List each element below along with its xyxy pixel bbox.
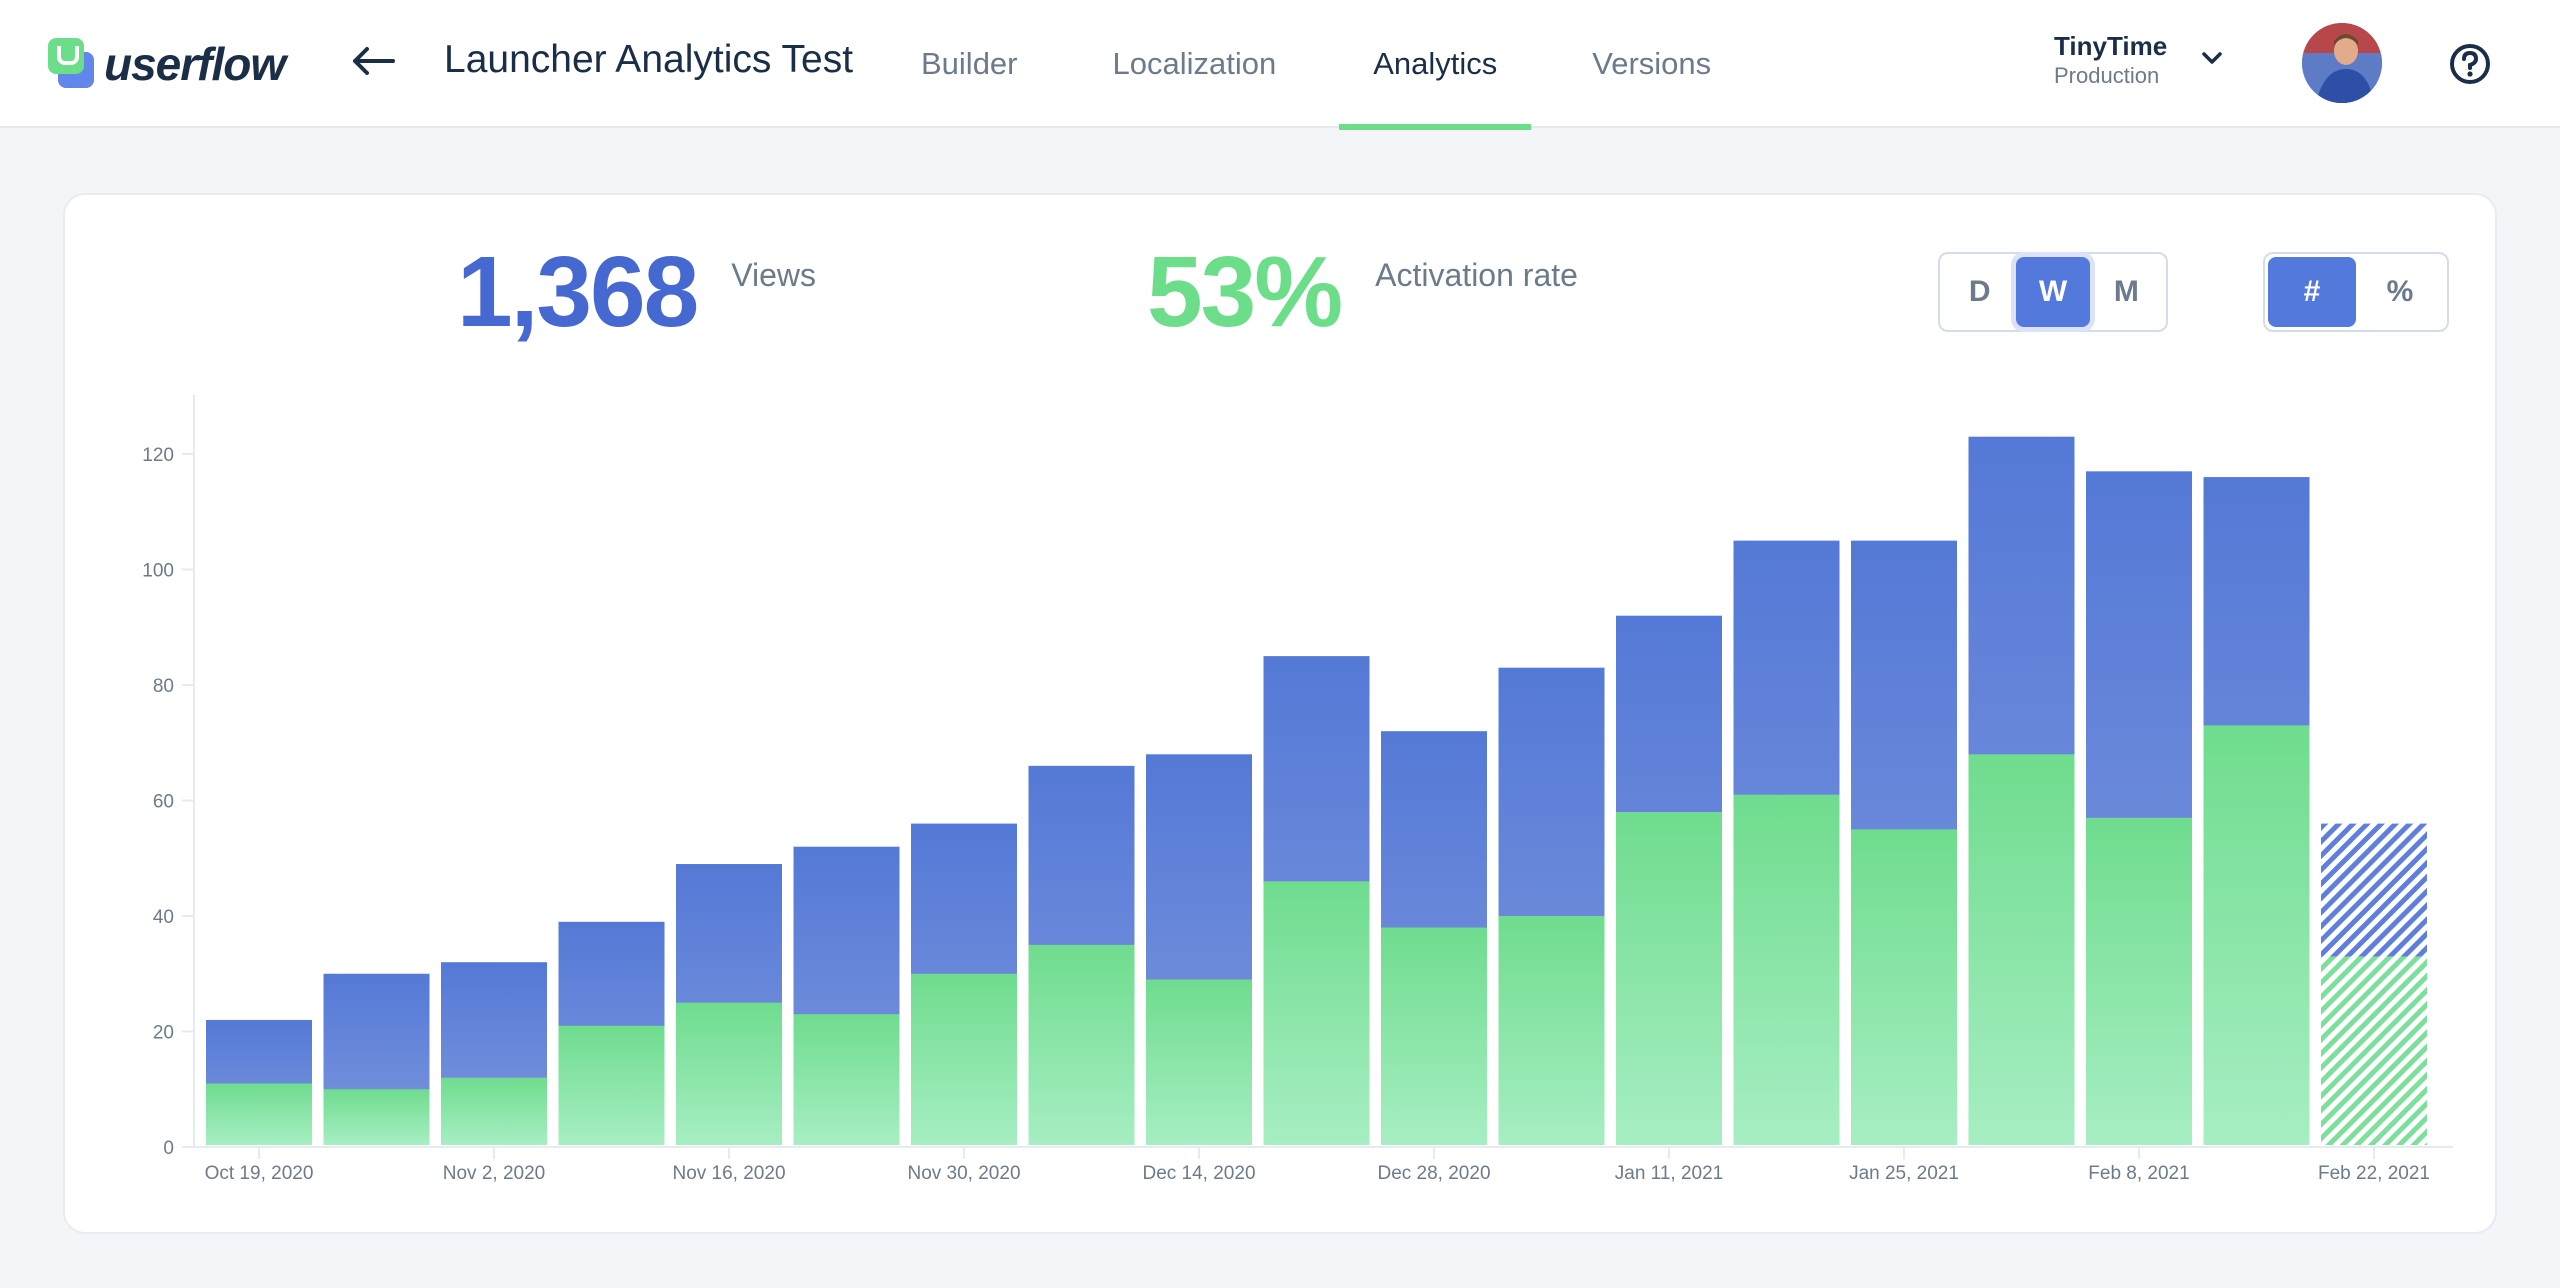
activations-bar [1851, 829, 1957, 1145]
help-button[interactable] [2448, 42, 2492, 86]
y-axis-labels: 0 20 40 60 80 100 120 [142, 445, 174, 1159]
activations-bar [1498, 916, 1605, 1145]
y-tick-label: 20 [153, 1023, 174, 1044]
activations-bar [1028, 944, 1135, 1145]
x-tick-label: Dec 14, 2020 [1142, 1163, 1255, 1184]
y-tick-label: 60 [153, 792, 174, 813]
x-tick-label: Nov 2, 2020 [443, 1163, 545, 1184]
tab-analytics[interactable]: Analytics [1339, 0, 1532, 130]
userflow-logo[interactable]: userflow [48, 38, 286, 90]
chevron-down-icon [2202, 52, 2222, 64]
arrow-left-icon [353, 47, 395, 75]
userflow-logo-icon [48, 38, 96, 90]
x-tick-label: Jan 11, 2021 [1615, 1163, 1723, 1184]
tab-versions[interactable]: Versions [1558, 0, 1745, 128]
org-switcher[interactable]: TinyTime Production [2054, 30, 2167, 90]
org-switcher-toggle[interactable] [2200, 50, 2224, 71]
activations-bar [1733, 794, 1840, 1145]
activations-bar [2086, 817, 2192, 1145]
activations-bar [323, 1089, 430, 1145]
back-button[interactable] [348, 36, 398, 86]
logo-text: userflow [104, 38, 286, 90]
top-navbar: userflow Launcher Analytics Test Builder… [0, 0, 2560, 130]
y-tick-label: 40 [153, 907, 174, 928]
activations-bar [1616, 812, 1722, 1145]
y-tick-label: 100 [142, 561, 174, 582]
y-tick-label: 120 [142, 445, 174, 466]
activations-bar [206, 1083, 312, 1145]
x-tick-label: Oct 19, 2020 [205, 1163, 314, 1184]
activations-bar [793, 1014, 900, 1145]
activations-bar [2321, 956, 2427, 1145]
activations-bar [558, 1025, 665, 1145]
tab-localization[interactable]: Localization [1079, 0, 1311, 128]
activations-bar [1381, 927, 1487, 1145]
help-circle-icon [2450, 44, 2490, 84]
activations-bar [676, 1002, 782, 1145]
org-environment: Production [2054, 63, 2160, 88]
y-tick-label: 0 [163, 1138, 174, 1159]
x-tick-label: Feb 22, 2021 [2318, 1163, 2430, 1184]
activations-bar [1146, 979, 1252, 1145]
analytics-card: 1,368 Views 53% Activation rate D W M # … [63, 193, 2497, 1234]
x-tick-label: Nov 30, 2020 [907, 1163, 1020, 1184]
activations-bar [911, 973, 1017, 1145]
page-title: Launcher Analytics Test [444, 38, 854, 81]
x-tick-label: Jan 25, 2021 [1849, 1163, 1959, 1184]
activations-bar [1263, 881, 1370, 1145]
chart-bars [206, 436, 2427, 1146]
activations-bar [441, 1077, 547, 1145]
activations-bar [1968, 754, 2075, 1145]
org-name: TinyTime [2054, 31, 2168, 61]
views-activations-chart: Oct 19, 2020 Nov 2, 2020 Nov 16, 2020 Nov 3… [142, 395, 2453, 1184]
x-axis-labels: Oct 19, 2020 Nov 2, 2020 Nov 16, 2020 Nov 3… [205, 1163, 2430, 1184]
avatar-photo-icon [2302, 23, 2382, 103]
main-tabs: Builder Localization Analytics Versions [887, 0, 1745, 130]
user-avatar[interactable] [2302, 23, 2382, 103]
x-tick-label: Dec 28, 2020 [1377, 1163, 1490, 1184]
y-tick-label: 80 [153, 676, 174, 697]
activations-bar [2203, 725, 2310, 1145]
x-tick-label: Nov 16, 2020 [672, 1163, 785, 1184]
x-tick-label: Feb 8, 2021 [2088, 1163, 2189, 1184]
tab-builder[interactable]: Builder [887, 0, 1052, 128]
